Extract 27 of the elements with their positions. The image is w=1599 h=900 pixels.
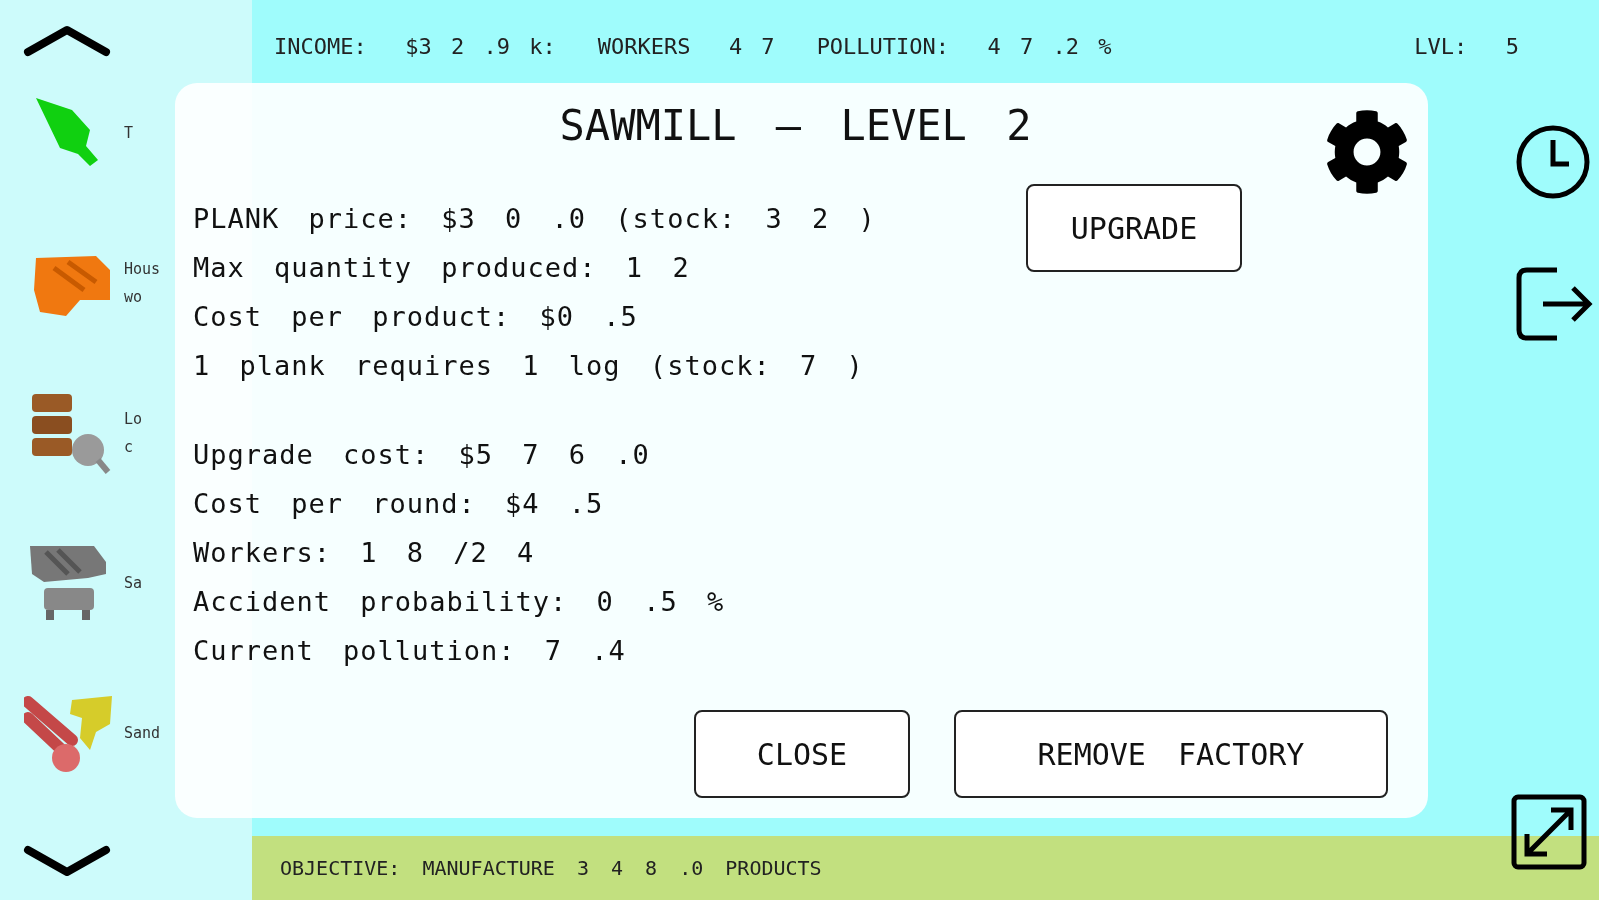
- building-label: Sa: [124, 573, 143, 594]
- upgrade-info-text: Accident probability: 0 .5 %: [193, 585, 726, 619]
- dialog-title: SAWMILL – LEVEL 2: [559, 101, 1032, 150]
- upgrade-info-text: Current pollution: 7 .4: [193, 634, 627, 668]
- product-info-text: Max quantity produced: 1 2: [193, 251, 691, 285]
- upgrade-info-text: Cost per round: $4 .5: [193, 487, 605, 521]
- settings-icon[interactable]: [1324, 109, 1410, 195]
- building-label: Lo: [124, 409, 143, 430]
- building-label: c: [124, 437, 134, 458]
- product-info-text: 1 plank requires 1 log (stock: 7 ): [193, 349, 865, 383]
- building-label: wo: [124, 287, 143, 308]
- stat-text: INCOME: $3 2 .9 k:: [274, 33, 556, 59]
- product-info-text: PLANK price: $3 0 .0 (stock: 3 2 ): [193, 202, 876, 236]
- close-button[interactable]: CLOSE: [694, 710, 910, 798]
- product-info-text: Cost per product: $0 .5: [193, 300, 639, 334]
- stat-text: WORKERS 4 7: [597, 33, 775, 59]
- objective-text: OBJECTIVE: MANUFACTURE 3 4 8 .0 PRODUCTS: [280, 856, 822, 880]
- upgrade-info-text: Upgrade cost: $5 7 6 .0: [193, 438, 651, 472]
- resize-icon[interactable]: [1511, 794, 1587, 870]
- upgrade-button[interactable]: UPGRADE: [1026, 184, 1242, 272]
- stat-text: POLLUTION: 4 7 .2 %: [816, 33, 1112, 59]
- upgrade-info-text: Workers: 1 8 /2 4: [193, 536, 536, 570]
- remove-factory-button[interactable]: REMOVE FACTORY: [954, 710, 1388, 798]
- level-text: LVL: 5: [1414, 33, 1519, 59]
- building-label: T: [124, 123, 134, 144]
- building-label: Hous: [124, 259, 161, 280]
- building-label: Sand: [124, 723, 161, 744]
